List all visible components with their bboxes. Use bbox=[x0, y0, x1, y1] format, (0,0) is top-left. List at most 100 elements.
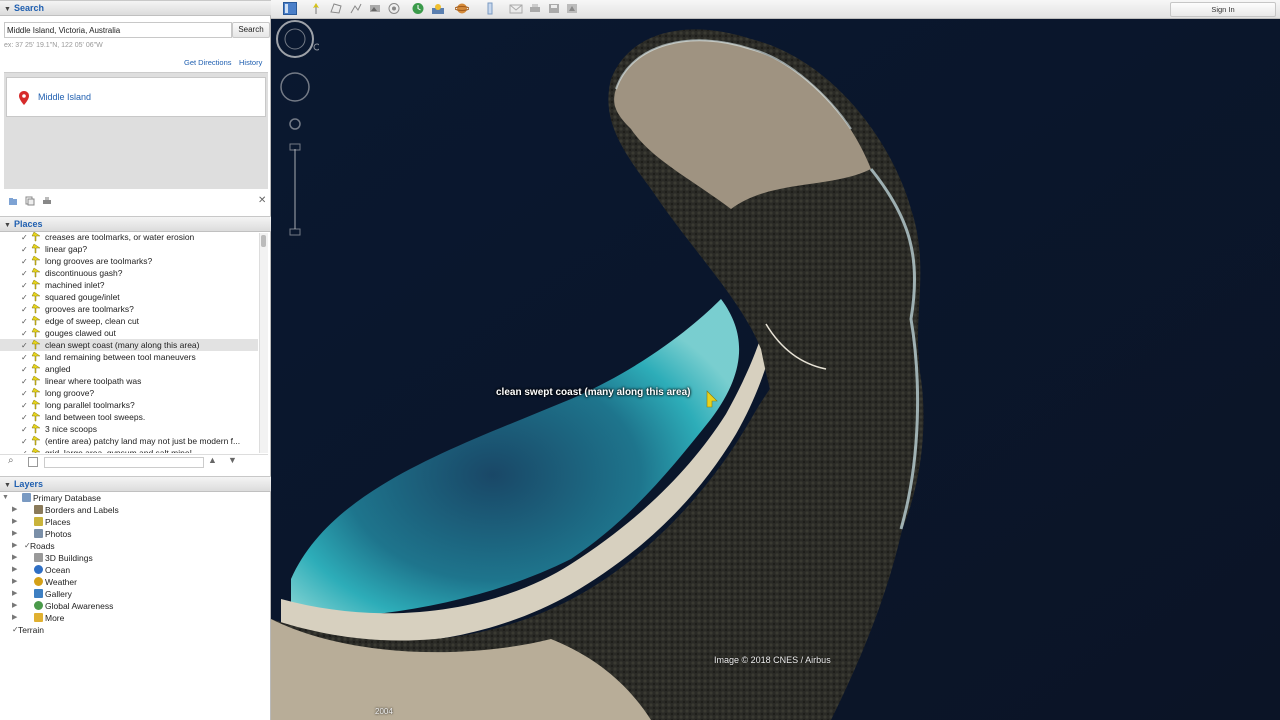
map-view[interactable]: clean swept coast (many along this area)… bbox=[271, 19, 1280, 720]
place-item[interactable]: ✓ 3 nice scoops bbox=[0, 423, 258, 435]
sunlight-icon[interactable] bbox=[431, 2, 445, 15]
place-item[interactable]: ✓ gouges clawed out bbox=[0, 327, 258, 339]
expand-triangle-icon[interactable]: ▶ bbox=[12, 600, 17, 612]
place-item[interactable]: ✓ (entire area) patchy land may not just … bbox=[0, 435, 258, 447]
layers-panel-header[interactable]: ▼ Layers bbox=[0, 476, 272, 492]
expand-triangle-icon[interactable]: ▶ bbox=[12, 504, 17, 516]
place-item-label[interactable]: (entire area) patchy land may not just b… bbox=[45, 435, 240, 447]
layer-item[interactable]: ▶ 3D Buildings bbox=[0, 552, 268, 564]
layer-item[interactable]: ▶ Places bbox=[0, 516, 268, 528]
add-folder-icon[interactable] bbox=[8, 196, 18, 206]
layer-item-label[interactable]: Borders and Labels bbox=[45, 504, 119, 516]
print-icon[interactable] bbox=[528, 2, 542, 15]
place-item[interactable]: ✓ grooves are toolmarks? bbox=[0, 303, 258, 315]
sign-in-button[interactable]: Sign In bbox=[1170, 2, 1276, 17]
place-item[interactable]: ✓ grid, large area, gypsum and salt mine! bbox=[0, 447, 258, 453]
layer-item[interactable]: ▶ Borders and Labels bbox=[0, 504, 268, 516]
place-item[interactable]: ✓ land remaining between tool maneuvers bbox=[0, 351, 258, 363]
place-item-label[interactable]: gouges clawed out bbox=[45, 327, 116, 339]
layer-item[interactable]: ▶ Gallery bbox=[0, 588, 268, 600]
get-directions-link[interactable]: Get Directions bbox=[184, 58, 232, 67]
layer-item[interactable]: ▶ Global Awareness bbox=[0, 600, 268, 612]
collapse-triangle-icon[interactable]: ▼ bbox=[4, 3, 11, 17]
place-item-label[interactable]: grooves are toolmarks? bbox=[45, 303, 134, 315]
place-item[interactable]: ✓ angled bbox=[0, 363, 258, 375]
place-item[interactable]: ✓ long grooves are toolmarks? bbox=[0, 255, 258, 267]
checkbox-icon[interactable]: ✓ bbox=[21, 448, 28, 453]
place-item-label[interactable]: clean swept coast (many along this area) bbox=[45, 339, 200, 351]
ruler-icon[interactable] bbox=[483, 2, 497, 15]
add-placemark-icon[interactable] bbox=[309, 2, 323, 15]
collapse-triangle-icon[interactable]: ▼ bbox=[4, 479, 11, 493]
place-item-label[interactable]: long grooves are toolmarks? bbox=[45, 255, 152, 267]
satellite-imagery[interactable] bbox=[271, 19, 1280, 720]
place-item-label[interactable]: linear gap? bbox=[45, 243, 87, 255]
place-item-label[interactable]: discontinuous gash? bbox=[45, 267, 123, 279]
layer-item-label[interactable]: 3D Buildings bbox=[45, 552, 93, 564]
view-in-maps-icon[interactable] bbox=[565, 2, 579, 15]
place-item[interactable]: ✓ long parallel toolmarks? bbox=[0, 399, 258, 411]
place-item-label[interactable]: 3 nice scoops bbox=[45, 423, 97, 435]
layer-item[interactable]: ✓ Terrain bbox=[0, 624, 268, 636]
collapse-triangle-icon[interactable]: ▼ bbox=[2, 492, 9, 504]
place-item-label[interactable]: angled bbox=[45, 363, 71, 375]
search-icon[interactable]: ⌕ bbox=[8, 455, 14, 466]
search-panel-header[interactable]: ▼ Search bbox=[0, 0, 272, 16]
places-filter-input[interactable] bbox=[44, 457, 204, 468]
search-input[interactable] bbox=[4, 22, 232, 38]
layer-item-label[interactable]: More bbox=[45, 612, 64, 624]
switch-planet-icon[interactable] bbox=[455, 2, 469, 15]
places-panel-header[interactable]: ▼ Places bbox=[0, 216, 272, 232]
place-item-label[interactable]: linear where toolpath was bbox=[45, 375, 141, 387]
expand-triangle-icon[interactable]: ▶ bbox=[12, 576, 17, 588]
search-button[interactable]: Search bbox=[232, 22, 270, 38]
expand-triangle-icon[interactable]: ▶ bbox=[12, 516, 17, 528]
place-item-label[interactable]: grid, large area, gypsum and salt mine! bbox=[45, 447, 192, 453]
place-item-label[interactable]: machined inlet? bbox=[45, 279, 105, 291]
add-polygon-icon[interactable] bbox=[329, 2, 343, 15]
expand-triangle-icon[interactable]: ▶ bbox=[12, 540, 17, 552]
place-item[interactable]: ✓ clean swept coast (many along this area… bbox=[0, 339, 258, 351]
layer-item[interactable]: ▶ More bbox=[0, 612, 268, 624]
save-image-icon[interactable] bbox=[547, 2, 561, 15]
navigation-controls[interactable] bbox=[271, 19, 319, 249]
add-path-icon[interactable] bbox=[349, 2, 363, 15]
placemark-label[interactable]: clean swept coast (many along this area) bbox=[496, 387, 691, 398]
place-item-label[interactable]: creases are toolmarks, or water erosion bbox=[45, 231, 194, 243]
expand-triangle-icon[interactable]: ▶ bbox=[12, 552, 17, 564]
email-icon[interactable] bbox=[509, 2, 523, 15]
place-item[interactable]: ✓ linear gap? bbox=[0, 243, 258, 255]
layer-item[interactable]: ▶ ✓ Roads bbox=[0, 540, 268, 552]
search-result-item[interactable]: Middle Island bbox=[6, 77, 266, 117]
sidebar-toggle-icon[interactable] bbox=[283, 2, 297, 15]
place-item[interactable]: ✓ machined inlet? bbox=[0, 279, 258, 291]
place-item-label[interactable]: long groove? bbox=[45, 387, 94, 399]
copy-icon[interactable] bbox=[25, 196, 35, 206]
place-item[interactable]: ✓ long groove? bbox=[0, 387, 258, 399]
layer-item-label[interactable]: Places bbox=[45, 516, 71, 528]
expand-triangle-icon[interactable]: ▶ bbox=[12, 588, 17, 600]
move-up-icon[interactable]: ▲ bbox=[208, 455, 217, 465]
layer-item-label[interactable]: Terrain bbox=[18, 624, 44, 636]
place-item[interactable]: ✓ squared gouge/inlet bbox=[0, 291, 258, 303]
panel-toggle-icon[interactable] bbox=[28, 457, 38, 467]
place-item-label[interactable]: edge of sweep, clean cut bbox=[45, 315, 139, 327]
scrollbar-thumb[interactable] bbox=[261, 235, 266, 247]
expand-triangle-icon[interactable]: ▶ bbox=[12, 564, 17, 576]
place-item-label[interactable]: land between tool sweeps. bbox=[45, 411, 145, 423]
historical-imagery-icon[interactable] bbox=[411, 2, 425, 15]
clear-results-icon[interactable]: ✕ bbox=[258, 195, 266, 206]
layer-item-label[interactable]: Ocean bbox=[45, 564, 70, 576]
layer-item-label[interactable]: Photos bbox=[45, 528, 71, 540]
expand-triangle-icon[interactable]: ▶ bbox=[12, 528, 17, 540]
place-item-label[interactable]: squared gouge/inlet bbox=[45, 291, 120, 303]
record-tour-icon[interactable] bbox=[387, 2, 401, 15]
search-result-name[interactable]: Middle Island bbox=[38, 92, 91, 102]
places-scrollbar[interactable] bbox=[259, 233, 268, 453]
layer-item-label[interactable]: Global Awareness bbox=[45, 600, 113, 612]
layer-item[interactable]: ▶ Weather bbox=[0, 576, 268, 588]
move-down-icon[interactable]: ▼ bbox=[228, 455, 237, 465]
layer-item[interactable]: ▶ Photos bbox=[0, 528, 268, 540]
place-item[interactable]: ✓ land between tool sweeps. bbox=[0, 411, 258, 423]
layer-item-label[interactable]: Gallery bbox=[45, 588, 72, 600]
